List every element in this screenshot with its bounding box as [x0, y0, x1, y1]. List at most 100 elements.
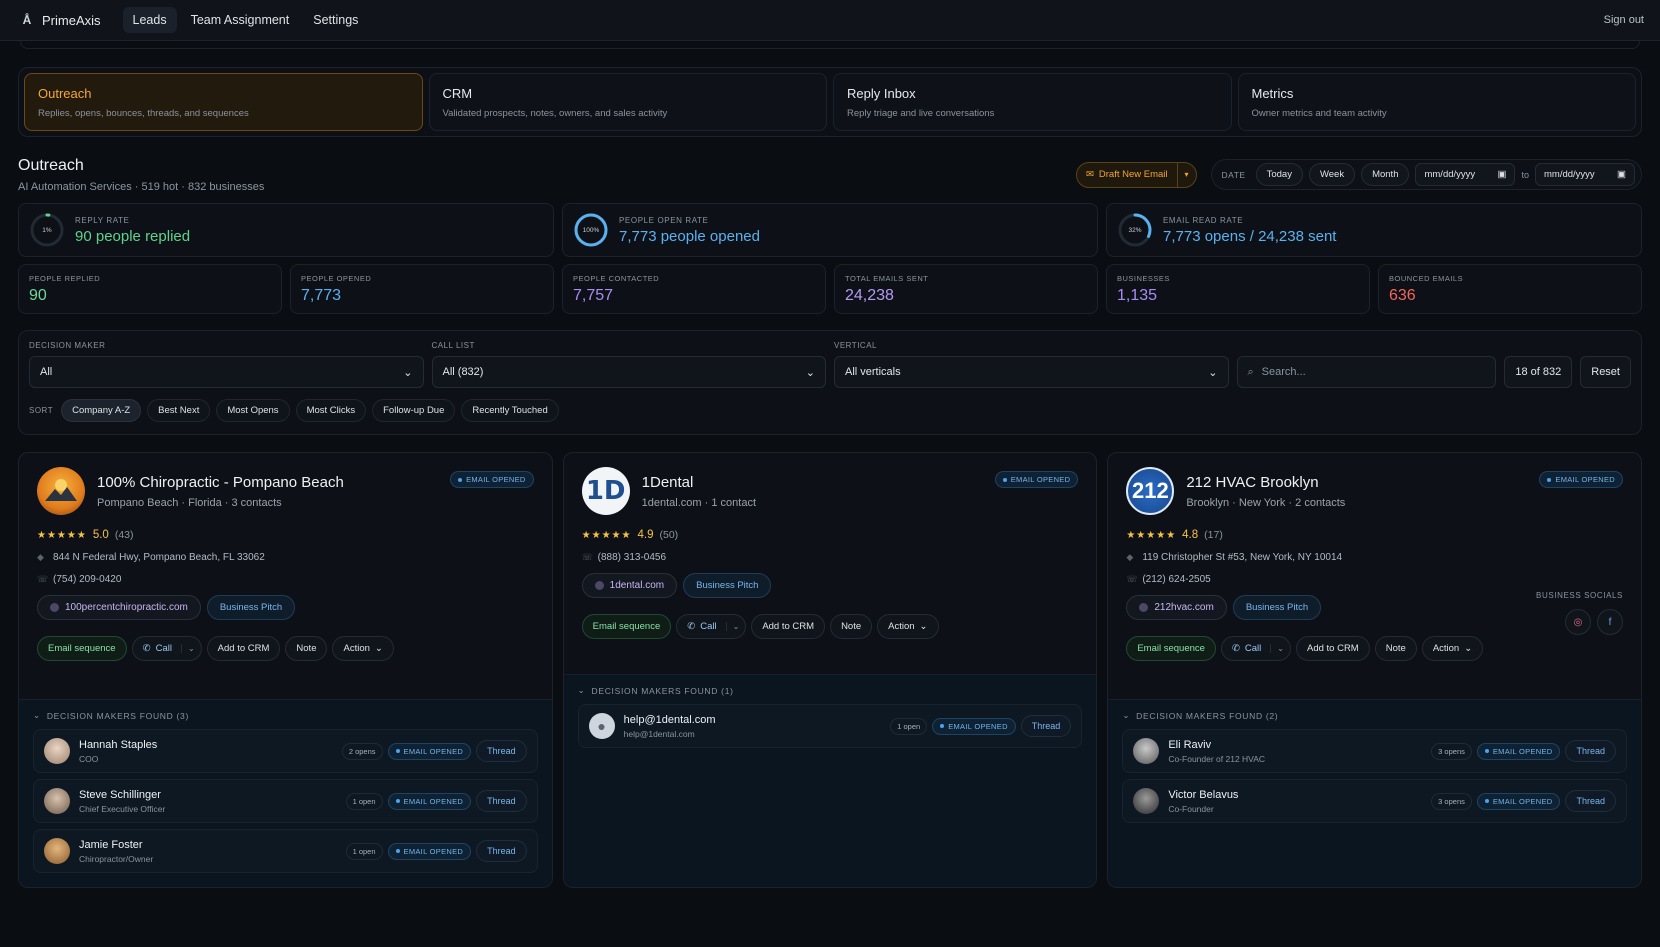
business-name[interactable]: 212 HVAC Brooklyn [1186, 474, 1345, 491]
call-button[interactable]: ✆ Call ⌄ [676, 614, 747, 639]
note-button[interactable]: Note [285, 636, 328, 661]
instagram-icon[interactable]: ◎ [1565, 609, 1591, 635]
business-name[interactable]: 1Dental [642, 474, 756, 491]
thread-button[interactable]: Thread [476, 790, 527, 812]
thread-button[interactable]: Thread [1565, 740, 1616, 762]
add-to-crm-button[interactable]: Add to CRM [751, 614, 826, 639]
phone-icon: ✆ [1231, 643, 1240, 654]
website-link[interactable]: 212hvac.com [1126, 595, 1227, 620]
chevron-down-icon: ⌄ [805, 366, 815, 379]
sort-recently-touched[interactable]: Recently Touched [461, 399, 559, 422]
stat-people-replied: PEOPLE REPLIED 90 [18, 264, 282, 314]
nav-team-assignment[interactable]: Team Assignment [181, 7, 300, 33]
action-menu-button[interactable]: Action ⌄ [877, 614, 939, 639]
business-pitch-button[interactable]: Business Pitch [1232, 595, 1322, 620]
reset-button[interactable]: Reset [1580, 356, 1631, 388]
call-list-select[interactable]: All (832) ⌄ [431, 356, 826, 388]
date-today-button[interactable]: Today [1255, 163, 1303, 186]
action-menu-button[interactable]: Action ⌄ [332, 636, 394, 661]
vertical-select[interactable]: All verticals ⌄ [834, 356, 1229, 388]
thread-button[interactable]: Thread [476, 840, 527, 862]
thread-button[interactable]: Thread [1020, 715, 1072, 737]
email-sequence-button[interactable]: Email sequence [1126, 636, 1216, 661]
action-menu-button[interactable]: Action ⌄ [1421, 636, 1484, 661]
nav-settings[interactable]: Settings [303, 7, 368, 33]
date-filter: DATE Today Week Month mm/dd/yyyy ▣ to mm/… [1210, 159, 1642, 190]
website-link[interactable]: 100percentchiropractic.com [37, 595, 201, 620]
decision-makers-toggle[interactable]: ⌄ DECISION MAKERS FOUND (2) [1122, 710, 1627, 721]
tab-outreach[interactable]: Outreach Replies, opens, bounces, thread… [24, 73, 423, 131]
decision-makers-toggle[interactable]: ⌄ DECISION MAKERS FOUND (3) [33, 710, 538, 721]
sort-follow-up-due[interactable]: Follow-up Due [372, 399, 456, 422]
chevron-down-icon[interactable]: ⌄ [1270, 644, 1290, 653]
stat-people-contacted: PEOPLE CONTACTED 7,757 [562, 264, 826, 314]
business-phone: ☏ (888) 313-0456 [581, 552, 667, 563]
sort-best-next[interactable]: Best Next [147, 399, 211, 422]
email-sequence-button[interactable]: Email sequence [581, 614, 672, 639]
decision-maker-row: Eli Raviv Co-Founder of 212 HVAC 3 opens E… [1122, 729, 1627, 773]
avatar [1133, 738, 1160, 764]
business-phone: ☏ (212) 624-2505 [1126, 574, 1211, 585]
avatar [44, 838, 70, 864]
call-button[interactable]: ✆ Call ⌄ [1220, 636, 1291, 661]
brand-name: PrimeAxis [42, 12, 101, 28]
date-from-input[interactable]: mm/dd/yyyy ▣ [1415, 163, 1516, 186]
decision-maker-row: Steve Schillinger Chief Executive Officer… [33, 779, 538, 823]
thread-button[interactable]: Thread [1565, 790, 1616, 812]
sort-most-clicks[interactable]: Most Clicks [295, 399, 367, 422]
chevron-down-icon[interactable]: ⌄ [725, 622, 746, 631]
page-title: Outreach [18, 157, 84, 174]
decision-makers-toggle[interactable]: ⌄ DECISION MAKERS FOUND (1) [578, 685, 1083, 696]
chevron-down-icon[interactable]: ▾ [1178, 170, 1196, 179]
stat-people-opened: PEOPLE OPENED 7,773 [290, 264, 554, 314]
website-link[interactable]: 1dental.com [581, 573, 678, 598]
tab-reply-inbox[interactable]: Reply Inbox Reply triage and live conver… [833, 73, 1232, 131]
business-logo [37, 467, 85, 515]
open-rate-value: 7,773 people opened [619, 227, 760, 245]
star-icon: ★★★★★ [1126, 529, 1177, 541]
phone-icon: ☏ [1126, 574, 1138, 584]
brand[interactable]: Å PrimeAxis [20, 13, 101, 28]
call-button[interactable]: ✆ Call ⌄ [131, 636, 202, 661]
status-badge: EMAIL OPENED [1476, 742, 1561, 760]
business-name[interactable]: 100% Chiropractic - Pompano Beach [97, 474, 344, 491]
date-week-button[interactable]: Week [1308, 163, 1356, 186]
thread-button[interactable]: Thread [476, 740, 527, 762]
filter-panel: DECISION MAKER All ⌄ CALL LIST All (832) ⌄… [18, 330, 1642, 435]
sort-company-az[interactable]: Company A-Z [61, 399, 142, 422]
chevron-down-icon[interactable]: ⌄ [180, 644, 201, 653]
decision-makers-section: ⌄ DECISION MAKERS FOUND (3) Hannah Staple… [19, 699, 552, 887]
email-sequence-button[interactable]: Email sequence [37, 636, 127, 661]
nav-leads[interactable]: Leads [122, 7, 177, 33]
business-socials-label: BUSINESS SOCIALS [1536, 591, 1623, 600]
tab-crm[interactable]: CRM Validated prospects, notes, owners, … [428, 73, 827, 131]
add-to-crm-button[interactable]: Add to CRM [206, 636, 281, 661]
business-pitch-button[interactable]: Business Pitch [683, 573, 772, 598]
note-button[interactable]: Note [830, 614, 873, 639]
add-to-crm-button[interactable]: Add to CRM [1295, 636, 1370, 661]
date-month-button[interactable]: Month [1361, 163, 1410, 186]
decision-makers-section: ⌄ DECISION MAKERS FOUND (1) ● help@1denta… [563, 674, 1097, 887]
facebook-icon[interactable]: f [1597, 609, 1623, 635]
business-address: ◆ 844 N Federal Hwy, Pompano Beach, FL 33… [37, 552, 265, 563]
open-rate-ring: 100% [573, 212, 609, 248]
draft-new-email-button[interactable]: ✉ Draft New Email ▾ [1075, 161, 1197, 188]
business-meta: Brooklyn · New York · 2 contacts [1186, 496, 1346, 509]
read-rate-value: 7,773 opens / 24,238 sent [1163, 227, 1337, 245]
date-to-input[interactable]: mm/dd/yyyy ▣ [1535, 163, 1635, 186]
sort-most-opens[interactable]: Most Opens [216, 399, 290, 422]
sign-out-link[interactable]: Sign out [1604, 14, 1644, 26]
brand-logo-icon: Å [22, 13, 32, 27]
stat-total-emails-sent: TOTAL EMAILS SENT 24,238 [834, 264, 1098, 314]
tab-metrics[interactable]: Metrics Owner metrics and team activity [1237, 73, 1636, 131]
calendar-icon: ▣ [1497, 169, 1507, 180]
business-card: 1D 1Dental 1dental.com · 1 contact EMAIL… [562, 452, 1098, 888]
globe-icon [1139, 603, 1149, 612]
search-input[interactable]: ⌕ Search... [1236, 356, 1497, 388]
note-button[interactable]: Note [1374, 636, 1417, 661]
page-subtitle: AI Automation Services · 519 hot · 832 b… [18, 181, 265, 193]
business-pitch-button[interactable]: Business Pitch [206, 595, 296, 620]
avatar [44, 788, 70, 814]
read-rate-ring: 32% [1117, 212, 1153, 248]
decision-maker-select[interactable]: All ⌄ [29, 356, 424, 388]
